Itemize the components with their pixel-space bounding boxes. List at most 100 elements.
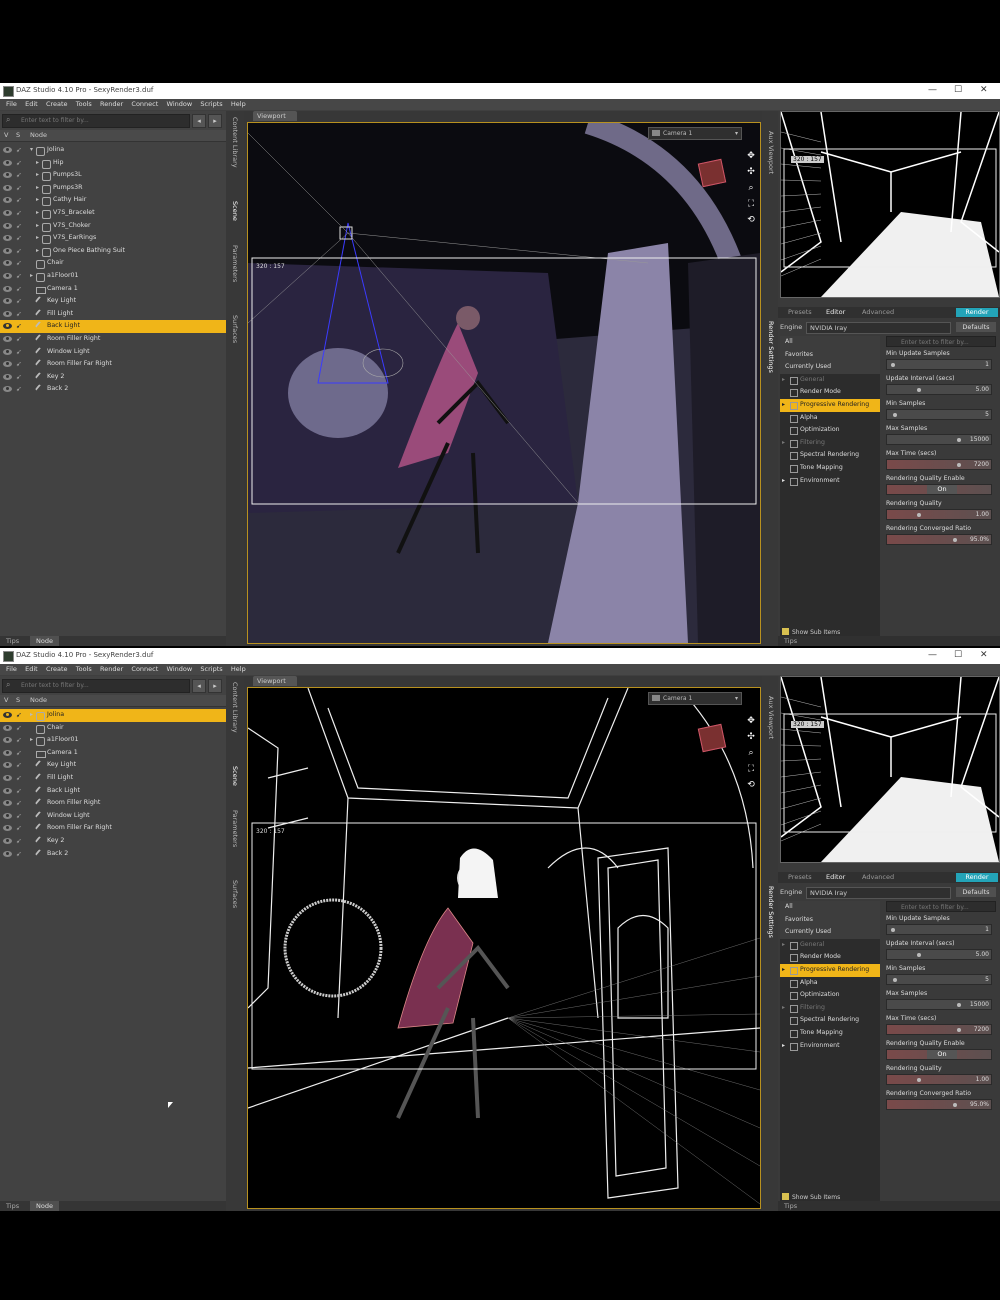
toggle-value[interactable]: On bbox=[927, 485, 957, 494]
scene-node-row[interactable]: ➹ ▸ a1Floor01 bbox=[0, 734, 226, 747]
scene-node-row[interactable]: ➹ Back 2 bbox=[0, 383, 226, 396]
back-arrow-icon[interactable]: ◂ bbox=[192, 114, 206, 128]
tab-scene[interactable]: Scene bbox=[226, 766, 244, 806]
slider-knob[interactable] bbox=[892, 978, 897, 982]
render-category-item[interactable]: ▸ General bbox=[780, 374, 880, 387]
selectable-arrow-icon[interactable]: ➹ bbox=[16, 749, 22, 757]
scene-node-row[interactable]: ➹ Camera 1 bbox=[0, 283, 226, 296]
eye-icon[interactable] bbox=[3, 361, 12, 368]
property-slider[interactable]: 1 bbox=[886, 924, 992, 935]
chevron-right-icon[interactable]: ▸ bbox=[782, 964, 785, 977]
chevron-right-icon[interactable]: ▸ bbox=[36, 220, 39, 233]
slider-knob[interactable] bbox=[956, 1003, 961, 1007]
render-category-item[interactable]: Optimization bbox=[780, 424, 880, 437]
render-category-item[interactable]: ▸ Filtering bbox=[780, 1002, 880, 1015]
scene-node-row[interactable]: ➹ Chair bbox=[0, 722, 226, 735]
scene-node-row[interactable]: ➹ ▸ a1Floor01 bbox=[0, 270, 226, 283]
scene-filter-input[interactable]: ⌕ Enter text to filter by... bbox=[2, 114, 190, 128]
tab-content-library[interactable]: Content Library bbox=[226, 682, 244, 762]
menu-render[interactable]: Render bbox=[100, 99, 123, 110]
slider-knob[interactable] bbox=[891, 928, 896, 932]
toggle-value[interactable]: On bbox=[927, 1050, 957, 1059]
selectable-arrow-icon[interactable]: ➹ bbox=[16, 736, 22, 744]
render-category-item[interactable]: Spectral Rendering bbox=[780, 1014, 880, 1027]
property-slider[interactable]: 5 bbox=[886, 974, 992, 985]
tab-content-library[interactable]: Content Library bbox=[226, 117, 244, 197]
slider-knob[interactable] bbox=[953, 538, 958, 542]
chevron-down-icon[interactable]: ▾ bbox=[30, 144, 33, 157]
chevron-right-icon[interactable]: ▸ bbox=[30, 270, 33, 283]
eye-icon[interactable] bbox=[3, 235, 12, 242]
selectable-arrow-icon[interactable]: ➹ bbox=[16, 385, 22, 393]
eye-icon[interactable] bbox=[3, 172, 12, 179]
menu-file[interactable]: File bbox=[6, 664, 17, 675]
tab-editor[interactable]: Editor bbox=[826, 872, 845, 883]
eye-icon[interactable] bbox=[3, 323, 12, 330]
node-column-header[interactable]: Node bbox=[30, 696, 47, 704]
scene-node-row[interactable]: ➹ ▸ Pumps3L bbox=[0, 169, 226, 182]
property-slider[interactable]: 5 bbox=[886, 409, 992, 420]
property-value[interactable]: 1.00 bbox=[976, 1076, 989, 1083]
eye-icon[interactable] bbox=[3, 825, 12, 832]
eye-icon[interactable] bbox=[3, 386, 12, 393]
eye-icon[interactable] bbox=[3, 373, 12, 380]
frame-icon[interactable]: ⛶ bbox=[746, 199, 756, 209]
eye-icon[interactable] bbox=[3, 749, 12, 756]
minimize-icon[interactable]: — bbox=[928, 85, 937, 95]
scene-node-row[interactable]: ➹ ▸ V7S_Choker bbox=[0, 220, 226, 233]
pan-icon[interactable]: ✣ bbox=[746, 167, 756, 177]
selectable-arrow-icon[interactable]: ➹ bbox=[16, 787, 22, 795]
engine-select[interactable]: NVIDIA Iray bbox=[806, 322, 951, 334]
slider-knob[interactable] bbox=[891, 363, 896, 367]
scene-node-row[interactable]: ➹ Key 2 bbox=[0, 835, 226, 848]
menu-window[interactable]: Window bbox=[167, 99, 193, 110]
property-value[interactable]: 15000 bbox=[970, 1001, 989, 1008]
defaults-button[interactable]: Defaults bbox=[956, 887, 996, 897]
render-button[interactable]: Render bbox=[956, 308, 998, 317]
tab-tips-right[interactable]: Tips bbox=[784, 636, 797, 646]
property-toggle[interactable]: On bbox=[886, 484, 992, 495]
render-category-item[interactable]: ▸ Environment bbox=[780, 475, 880, 488]
property-value[interactable]: 5.00 bbox=[976, 951, 989, 958]
reset-view-icon[interactable]: ⟲ bbox=[746, 215, 756, 225]
engine-select[interactable]: NVIDIA Iray bbox=[806, 887, 951, 899]
eye-icon[interactable] bbox=[3, 147, 12, 153]
forward-arrow-icon[interactable]: ▸ bbox=[208, 114, 222, 128]
selectable-arrow-icon[interactable]: ➹ bbox=[16, 146, 22, 154]
tab-surfaces[interactable]: Surfaces bbox=[226, 880, 244, 930]
chevron-right-icon[interactable]: ▸ bbox=[36, 194, 39, 207]
show-sub-items-checkbox[interactable]: Show Sub Items bbox=[782, 1193, 840, 1201]
render-category-item[interactable]: Spectral Rendering bbox=[780, 449, 880, 462]
menu-tools[interactable]: Tools bbox=[76, 664, 92, 675]
scene-filter-input[interactable]: ⌕ Enter text to filter by... bbox=[2, 679, 190, 693]
render-category-item[interactable]: Tone Mapping bbox=[780, 1027, 880, 1040]
selectable-arrow-icon[interactable]: ➹ bbox=[16, 837, 22, 845]
visible-column-header[interactable]: V bbox=[4, 696, 8, 704]
tab-editor[interactable]: Editor bbox=[826, 307, 845, 318]
property-slider[interactable]: 1.00 bbox=[886, 1074, 992, 1085]
slider-knob[interactable] bbox=[956, 1028, 961, 1032]
selectable-arrow-icon[interactable]: ➹ bbox=[16, 373, 22, 381]
orbit-icon[interactable]: ✥ bbox=[746, 151, 756, 161]
scene-node-row[interactable]: ➹ Key Light bbox=[0, 759, 226, 772]
selectable-arrow-icon[interactable]: ➹ bbox=[16, 711, 22, 719]
menu-edit[interactable]: Edit bbox=[25, 664, 38, 675]
slider-knob[interactable] bbox=[953, 1103, 958, 1107]
property-slider[interactable]: 5.00 bbox=[886, 949, 992, 960]
scene-node-row[interactable]: ➹ Window Light bbox=[0, 346, 226, 359]
selectable-arrow-icon[interactable]: ➹ bbox=[16, 812, 22, 820]
selectable-arrow-icon[interactable]: ➹ bbox=[16, 824, 22, 832]
selectable-arrow-icon[interactable]: ➹ bbox=[16, 159, 22, 167]
property-value[interactable]: 5 bbox=[985, 976, 989, 983]
slider-knob[interactable] bbox=[956, 463, 961, 467]
menu-connect[interactable]: Connect bbox=[131, 664, 158, 675]
show-sub-items-checkbox[interactable]: Show Sub Items bbox=[782, 628, 840, 636]
view-cube[interactable] bbox=[697, 723, 727, 753]
chevron-right-icon[interactable]: ▸ bbox=[36, 232, 39, 245]
menu-tools[interactable]: Tools bbox=[76, 99, 92, 110]
view-cube[interactable] bbox=[697, 158, 727, 188]
scene-node-row[interactable]: ➹ ▸ One Piece Bathing Suit bbox=[0, 245, 226, 258]
slider-knob[interactable] bbox=[917, 1078, 921, 1082]
slider-knob[interactable] bbox=[917, 953, 921, 957]
property-value[interactable]: 1 bbox=[985, 926, 989, 933]
